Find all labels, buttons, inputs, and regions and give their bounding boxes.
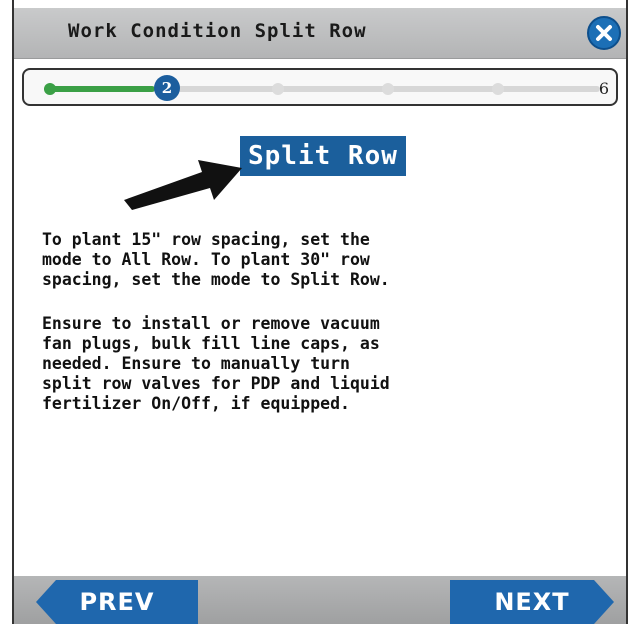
total-steps-label: 6: [598, 78, 610, 98]
paragraph-line: Ensure to install or remove vacuum: [42, 314, 380, 333]
progress-track: [44, 86, 600, 92]
page-title: Work Condition Split Row: [68, 20, 367, 42]
step-dot-1: [44, 83, 56, 95]
dialog-window: Work Condition Split Row 2 6 Split Row T…: [12, 0, 628, 624]
paragraph-line: split row valves for PDP and liquid: [42, 374, 390, 393]
close-button[interactable]: [587, 16, 621, 50]
progress-fill: [44, 86, 156, 92]
paragraph-line: spacing, set the mode to Split Row.: [42, 270, 390, 289]
prev-button[interactable]: PREV: [36, 580, 198, 624]
paragraph-line: mode to All Row. To plant 30" row: [42, 250, 370, 269]
footer-bar: PREV NEXT: [14, 576, 626, 624]
paragraph-line: needed. Ensure to manually turn: [42, 354, 350, 373]
current-step-badge: 2: [154, 75, 180, 101]
instruction-paragraph-1: To plant 15" row spacing, set the mode t…: [42, 230, 612, 290]
step-progress: 2 6: [22, 68, 618, 106]
step-dot-3: [272, 83, 284, 95]
paragraph-line: fan plugs, bulk fill line caps, as: [42, 334, 380, 353]
section-heading: Split Row: [240, 136, 406, 176]
step-dot-4: [382, 83, 394, 95]
paragraph-line: To plant 15" row spacing, set the: [42, 230, 370, 249]
paragraph-line: fertilizer On/Off, if equipped.: [42, 394, 350, 413]
next-button[interactable]: NEXT: [450, 580, 614, 624]
arrow-right-icon: [124, 160, 242, 210]
step-dot-5: [492, 83, 504, 95]
title-bar: Work Condition Split Row: [14, 8, 626, 59]
instruction-paragraph-2: Ensure to install or remove vacuum fan p…: [42, 314, 612, 414]
close-icon: [596, 25, 612, 41]
